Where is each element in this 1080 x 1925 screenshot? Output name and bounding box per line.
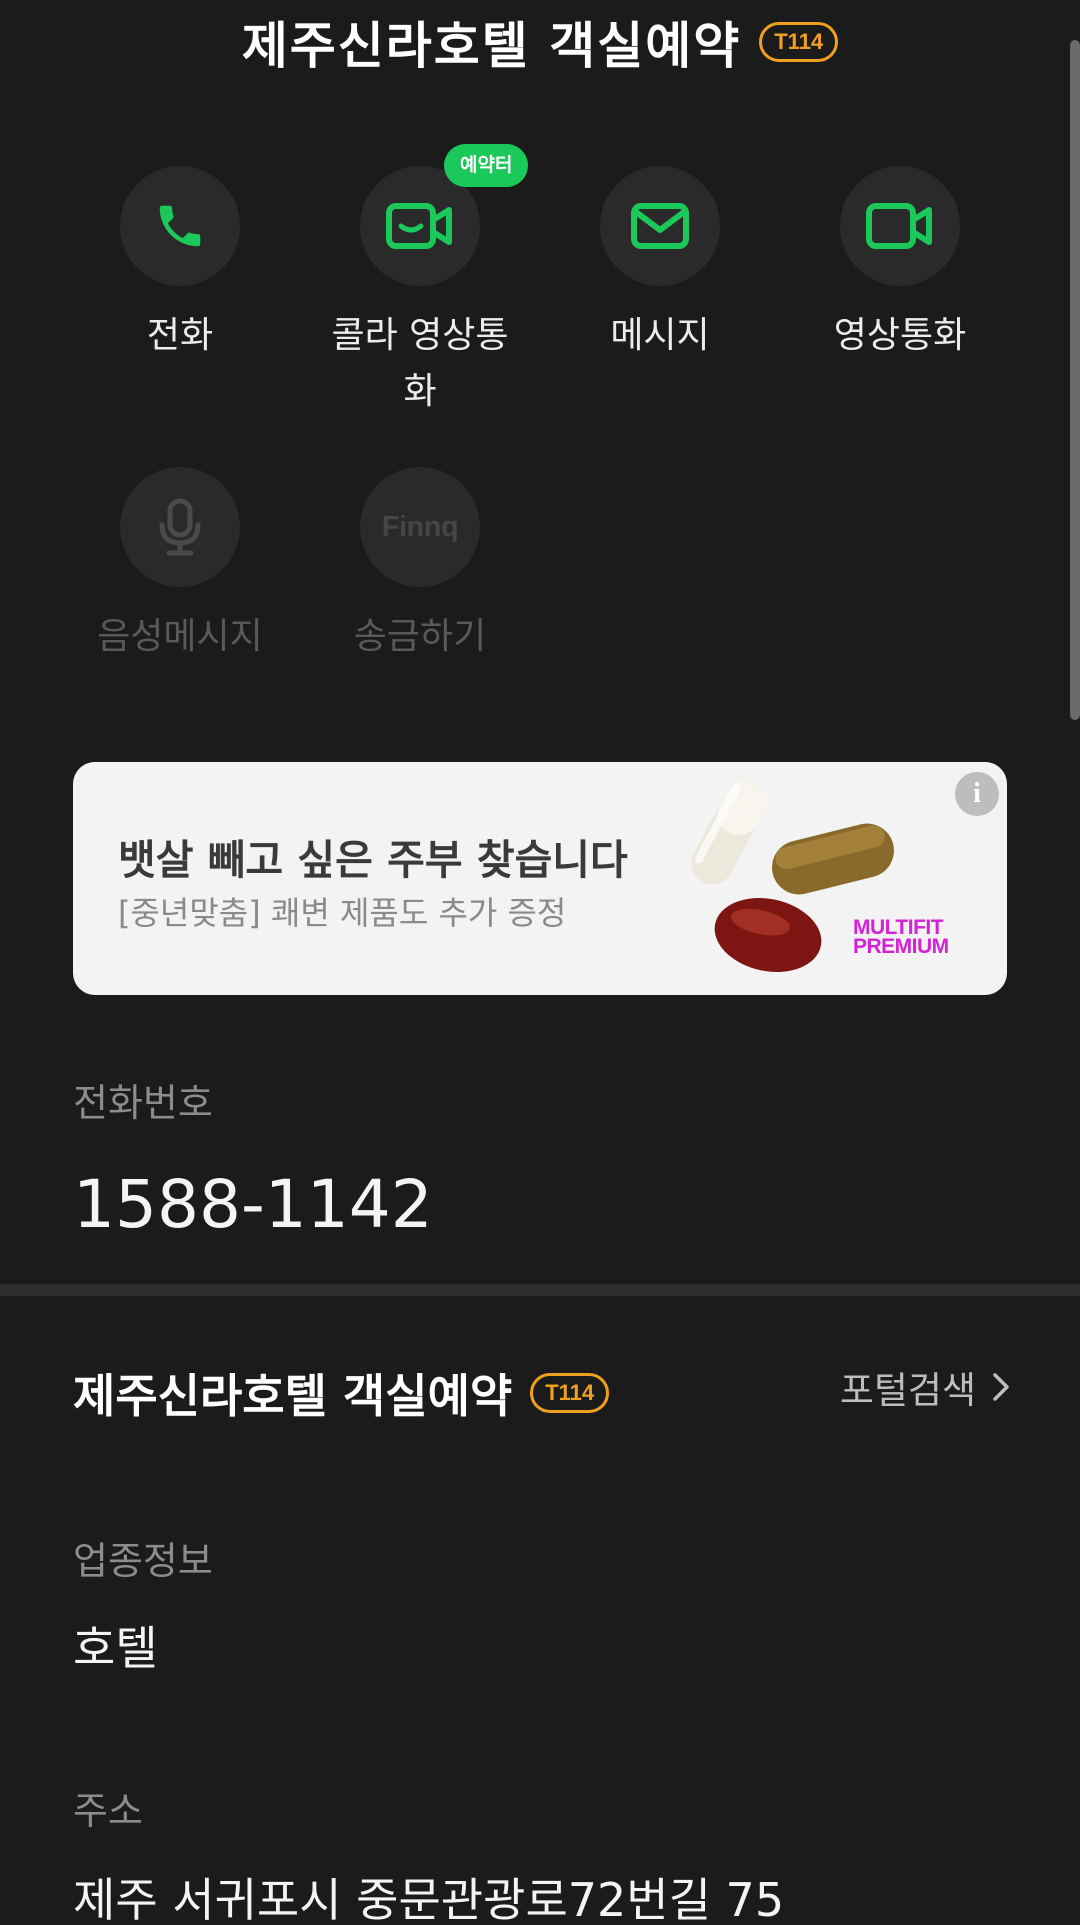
portal-search-link[interactable]: 포털검색 xyxy=(840,1360,1010,1414)
place-name: 제주신라호텔 객실예약 T114 xyxy=(73,1360,610,1426)
scrollbar[interactable] xyxy=(1070,40,1080,720)
t114-tag: T114 xyxy=(759,22,839,62)
new-badge: 예약터 xyxy=(444,144,529,187)
ad-title: 뱃살 빼고 싶은 주부 찾습니다 xyxy=(118,836,628,884)
cola-video-call-action[interactable]: 예약터 콜라 영상통화 xyxy=(300,144,540,420)
brand-logo: MULTIFIT PREMIUM xyxy=(853,916,949,958)
info-icon[interactable]: i xyxy=(955,772,999,816)
category-value: 호텔 xyxy=(73,1621,158,1675)
voice-message-button[interactable] xyxy=(120,467,240,587)
finnq-logo: Finnq xyxy=(381,510,459,543)
phone-number[interactable]: 1588-1142 xyxy=(73,1166,433,1243)
call-action[interactable]: 전화 xyxy=(60,166,300,364)
voice-message-label: 음성메시지 xyxy=(97,616,263,657)
ad-subtitle: [중년맞춤] 쾌변 제품도 추가 증정 xyxy=(118,894,567,932)
header: 제주신라호텔 객실예약 T114 xyxy=(0,0,1080,84)
message-action[interactable]: 메시지 xyxy=(540,166,780,364)
page-title: 제주신라호텔 객실예약 xyxy=(241,17,742,75)
video-call-label: 영상통화 xyxy=(833,315,967,356)
chevron-right-icon xyxy=(993,1373,1009,1401)
message-button[interactable] xyxy=(600,166,720,286)
video-call-action[interactable]: 영상통화 xyxy=(780,166,1020,364)
portal-search-label: 포털검색 xyxy=(839,1369,976,1412)
address-value[interactable]: 제주 서귀포시 중문관광로72번길 75 xyxy=(73,1864,784,1925)
phone-icon xyxy=(159,205,201,247)
place-name-text: 제주신라호텔 객실예약 xyxy=(73,1369,513,1423)
send-money-action[interactable]: Finnq 송금하기 xyxy=(300,467,540,665)
contact-detail-screen: 제주신라호텔 객실예약 T114 전화 예약터 콜라 영상통화 메시지 영상통화… xyxy=(0,0,1080,1925)
microphone-icon xyxy=(159,498,201,556)
place-t114-tag: T114 xyxy=(530,1373,610,1413)
cola-video-call-label: 콜라 영상통화 xyxy=(331,315,509,412)
section-divider xyxy=(0,1284,1080,1296)
send-money-label: 송금하기 xyxy=(353,616,487,657)
video-chat-icon xyxy=(386,203,452,249)
send-money-button[interactable]: Finnq xyxy=(360,467,480,587)
video-camera-icon xyxy=(866,203,932,249)
softgel-image xyxy=(714,898,822,972)
message-label: 메시지 xyxy=(610,315,710,356)
call-button[interactable] xyxy=(120,166,240,286)
address-label: 주소 xyxy=(73,1789,143,1833)
voice-message-action[interactable]: 음성메시지 xyxy=(60,467,300,665)
phone-number-label: 전화번호 xyxy=(73,1081,213,1125)
ad-banner[interactable]: 뱃살 빼고 싶은 주부 찾습니다 [중년맞춤] 쾌변 제품도 추가 증정 MUL… xyxy=(73,762,1007,995)
video-call-button[interactable] xyxy=(840,166,960,286)
call-label: 전화 xyxy=(146,315,214,356)
mail-icon xyxy=(631,203,689,249)
category-label: 업종정보 xyxy=(73,1539,213,1583)
